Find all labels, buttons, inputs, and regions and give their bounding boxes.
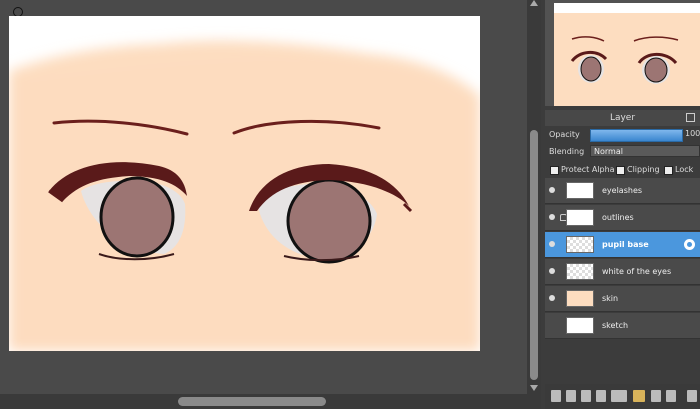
new-layer-icon[interactable] <box>551 390 561 402</box>
layer-toolbar <box>545 384 700 409</box>
opacity-slider[interactable] <box>590 129 683 142</box>
layer-row-eyelashes[interactable]: eyelashes <box>545 178 700 204</box>
merge-layer-icon[interactable] <box>666 390 676 402</box>
eye-icon[interactable] <box>549 241 555 247</box>
right-panel: Layer Opacity 100 Blending Normal Protec… <box>541 0 700 409</box>
layer-list: eyelashes outlines pupil base white of t… <box>545 178 700 384</box>
layer-panel-header: Layer <box>545 110 700 126</box>
navigator-preview[interactable] <box>554 3 700 106</box>
layer-name: sketch <box>602 321 629 330</box>
eye-icon[interactable] <box>549 187 555 193</box>
layer-thumbnail <box>566 317 594 334</box>
layer-name: eyelashes <box>602 186 643 195</box>
layer-row-skin[interactable]: skin <box>545 286 700 312</box>
protect-alpha-label: Protect Alpha <box>561 165 615 174</box>
add-material-icon[interactable] <box>611 390 627 402</box>
opacity-label: Opacity <box>549 130 580 139</box>
blending-value: Normal <box>594 147 623 156</box>
new-halftone-layer-icon[interactable] <box>566 390 576 402</box>
layer-thumbnail <box>566 263 594 280</box>
layer-row-sketch[interactable]: sketch <box>545 313 700 339</box>
vertical-scroll-thumb[interactable] <box>530 130 538 380</box>
popout-icon[interactable] <box>686 113 695 122</box>
eye-icon[interactable] <box>549 268 555 274</box>
eye-icon[interactable] <box>549 295 555 301</box>
layer-row-white-of-the-eyes[interactable]: white of the eyes <box>545 259 700 285</box>
vertical-scrollbar[interactable] <box>527 0 541 409</box>
clipping-checkbox[interactable] <box>616 166 625 175</box>
folder-icon[interactable] <box>633 390 645 402</box>
navigator-artwork <box>554 13 700 106</box>
skin-layer <box>9 40 480 351</box>
blending-select[interactable]: Normal <box>590 145 700 157</box>
lock-label: Lock <box>675 165 694 174</box>
clipping-label: Clipping <box>627 165 660 174</box>
canvas-artwork <box>9 40 480 351</box>
duplicate-layer-icon[interactable] <box>651 390 661 402</box>
scroll-up-icon[interactable] <box>530 0 538 6</box>
new-1bit-layer-icon[interactable] <box>596 390 606 402</box>
canvas-workspace[interactable] <box>0 0 527 409</box>
layer-name: skin <box>602 294 619 303</box>
layer-panel-title: Layer <box>609 113 636 123</box>
horizontal-scroll-thumb[interactable] <box>178 397 326 406</box>
layer-row-pupil-base[interactable]: pupil base <box>545 232 700 258</box>
scroll-down-icon[interactable] <box>530 385 538 391</box>
layer-name: pupil base <box>602 240 649 249</box>
blending-label: Blending <box>549 147 585 156</box>
opacity-value: 100 <box>685 129 700 138</box>
layer-thumbnail <box>566 290 594 307</box>
horizontal-scrollbar[interactable] <box>0 394 527 409</box>
layer-thumbnail <box>566 236 594 253</box>
navigator-panel[interactable] <box>545 0 700 106</box>
layer-row-outlines[interactable]: outlines <box>545 205 700 231</box>
new-8bit-layer-icon[interactable] <box>581 390 591 402</box>
drawing-canvas[interactable] <box>9 16 480 351</box>
layer-name: outlines <box>602 213 634 222</box>
delete-layer-icon[interactable] <box>687 390 697 402</box>
eye-icon[interactable] <box>549 214 555 220</box>
lock-checkbox[interactable] <box>664 166 673 175</box>
gear-icon[interactable] <box>684 239 695 250</box>
protect-alpha-checkbox[interactable] <box>550 166 559 175</box>
layer-name: white of the eyes <box>602 267 672 276</box>
layer-thumbnail <box>566 182 594 199</box>
layer-thumbnail <box>566 209 594 226</box>
